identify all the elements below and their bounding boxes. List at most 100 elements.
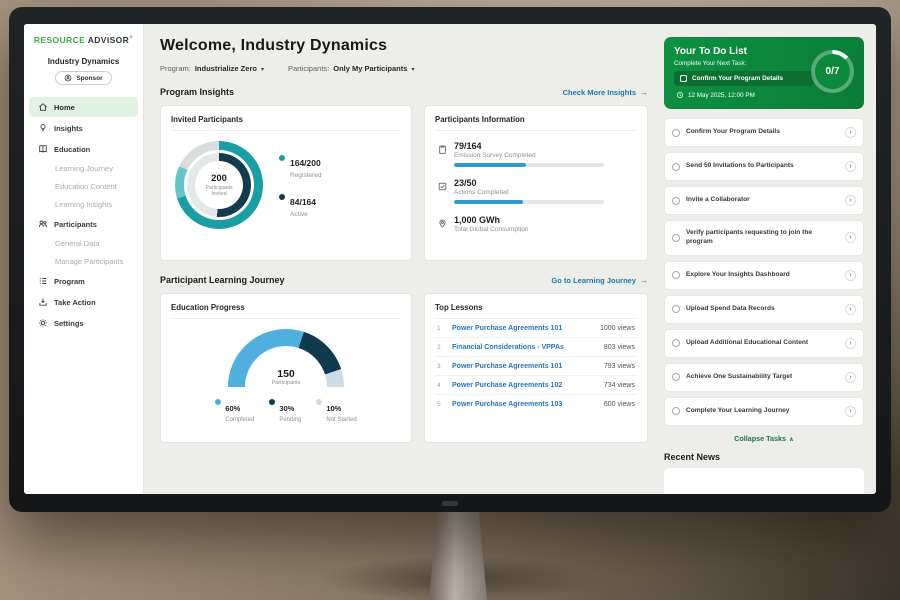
chevron-right-icon[interactable] <box>845 338 856 349</box>
donut-center: 200 Participants Invited <box>195 161 243 209</box>
checkbox-icon[interactable] <box>672 163 680 171</box>
check-more-insights-link[interactable]: Check More Insights <box>563 88 648 97</box>
lesson-rank: 2 <box>437 344 444 351</box>
task-row-achieve-target[interactable]: Achieve One Sustainability Target <box>664 363 864 392</box>
next-task-label: Confirm Your Program Details <box>692 75 783 82</box>
sponsor-badge-label: Sponsor <box>76 75 102 82</box>
participants-select-value: Only My Participants <box>333 64 407 73</box>
lesson-views: 600 views <box>604 401 635 408</box>
donut-center-label: Participants Invited <box>201 185 237 198</box>
sidebar-item-learning-insights[interactable]: Learning Insights <box>29 196 138 213</box>
logo-plus: + <box>129 35 133 41</box>
task-label: Complete Your Learning Journey <box>686 407 839 416</box>
progress-bar-track <box>454 163 604 167</box>
sidebar-item-insights[interactable]: Insights <box>29 118 138 138</box>
participants-information-rows: 79/164 Emission Survey Completed <box>435 141 637 233</box>
chevron-right-icon[interactable] <box>845 195 856 206</box>
sidebar-item-label: Program <box>54 277 85 286</box>
invited-participants-card-title: Invited Participants <box>171 115 401 131</box>
lesson-link[interactable]: Power Purchase Agreements 101 <box>452 363 596 370</box>
checkbox-icon[interactable] <box>672 407 680 415</box>
next-task-pill[interactable]: Confirm Your Program Details <box>674 71 814 86</box>
lesson-row: 3 Power Purchase Agreements 101 793 view… <box>435 357 637 376</box>
sidebar-item-label: Home <box>54 103 75 112</box>
arrow-right-icon <box>640 88 648 97</box>
task-row-complete-learning-journey[interactable]: Complete Your Learning Journey <box>664 397 864 426</box>
main-content: Welcome, Industry Dynamics Program: Indu… <box>144 24 662 494</box>
book-icon <box>38 144 48 154</box>
chevron-right-icon[interactable] <box>845 304 856 315</box>
program-insights-title: Program Insights <box>160 87 234 97</box>
task-row-explore-insights[interactable]: Explore Your Insights Dashboard <box>664 261 864 290</box>
legend-label: Registered <box>290 172 321 179</box>
chevron-right-icon[interactable] <box>845 372 856 383</box>
program-select[interactable]: Program: Industrialize Zero <box>160 64 264 73</box>
sidebar-nav: Home Insights Education Learn <box>24 97 143 333</box>
task-row-upload-spend-data[interactable]: Upload Spend Data Records <box>664 295 864 324</box>
sidebar-item-home[interactable]: Home <box>29 97 138 117</box>
legend-value: 84/164 <box>290 197 316 207</box>
chevron-up-icon <box>786 434 794 443</box>
monitor-stand <box>429 511 487 600</box>
gear-icon <box>38 318 48 328</box>
task-row-verify-participants[interactable]: Verify participants requesting to join t… <box>664 220 864 256</box>
checkbox-icon[interactable] <box>672 271 680 279</box>
sidebar-item-take-action[interactable]: Take Action <box>29 292 138 312</box>
sidebar-item-label: Settings <box>54 319 84 328</box>
sidebar-item-learning-journey[interactable]: Learning Journey <box>29 160 138 177</box>
education-gauge-chart: 150 Participants <box>228 329 344 387</box>
sponsor-badge[interactable]: Sponsor <box>55 71 111 85</box>
sidebar-item-program[interactable]: Program <box>29 271 138 291</box>
chevron-right-icon[interactable] <box>845 232 856 243</box>
education-legend: 60% Completed 30% Pending <box>171 398 401 423</box>
task-row-invite-collaborator[interactable]: Invite a Collaborator <box>664 186 864 215</box>
gauge-center: 150 Participants <box>228 368 344 386</box>
chevron-right-icon[interactable] <box>845 161 856 172</box>
app-logo: RESOURCE ADVISOR+ <box>24 35 143 45</box>
lesson-link[interactable]: Power Purchase Agreements 103 <box>452 401 596 408</box>
task-label: Explore Your Insights Dashboard <box>686 271 839 280</box>
checkbox-icon[interactable] <box>672 305 680 313</box>
lesson-row: 2 Financial Considerations - VPPAs 803 v… <box>435 338 637 357</box>
task-row-upload-educational-content[interactable]: Upload Additional Educational Content <box>664 329 864 358</box>
task-row-send-invitations[interactable]: Send 50 Invitations to Participants <box>664 152 864 181</box>
checkbox-icon[interactable] <box>672 373 680 381</box>
lesson-link[interactable]: Financial Considerations - VPPAs <box>452 344 596 351</box>
sidebar-item-settings[interactable]: Settings <box>29 313 138 333</box>
lesson-link[interactable]: Power Purchase Agreements 101 <box>452 325 592 332</box>
location-pin-icon <box>437 216 448 227</box>
checkbox-icon[interactable] <box>672 339 680 347</box>
sidebar-item-manage-participants[interactable]: Manage Participants <box>29 253 138 270</box>
sidebar-item-education-content[interactable]: Education Content <box>29 178 138 195</box>
legend-item-pending: 30% Pending <box>269 398 301 423</box>
chevron-right-icon[interactable] <box>845 406 856 417</box>
education-progress-card: Education Progress 150 Participants <box>160 293 412 443</box>
task-label: Confirm Your Program Details <box>686 128 839 137</box>
legend-dot <box>316 399 322 405</box>
lesson-link[interactable]: Power Purchase Agreements 102 <box>452 382 596 389</box>
chevron-right-icon[interactable] <box>845 127 856 138</box>
todo-progress-value: 0/7 <box>815 54 850 89</box>
sidebar-item-general-data[interactable]: General Data <box>29 235 138 252</box>
participants-select[interactable]: Participants: Only My Participants <box>288 64 414 73</box>
checkbox-icon[interactable] <box>672 197 680 205</box>
gauge-center-label: Participants <box>228 380 344 386</box>
sidebar-item-education[interactable]: Education <box>29 139 138 159</box>
lesson-rank: 4 <box>437 382 444 389</box>
progress-bar-fill <box>454 200 523 204</box>
checkbox-icon[interactable] <box>680 75 687 82</box>
lesson-views: 1000 views <box>600 325 635 332</box>
go-to-learning-journey-link[interactable]: Go to Learning Journey <box>551 276 648 285</box>
sidebar-item-participants[interactable]: Participants <box>29 214 138 234</box>
due-date-text: 12 May 2025, 12:00 PM <box>688 92 755 99</box>
collapse-tasks-link[interactable]: Collapse Tasks <box>664 434 864 443</box>
checkbox-icon[interactable] <box>672 234 680 242</box>
logo-text-primary: RESOURCE <box>34 35 85 45</box>
program-select-label: Program: <box>160 64 191 73</box>
learning-journey-title: Participant Learning Journey <box>160 275 285 285</box>
chevron-right-icon[interactable] <box>845 270 856 281</box>
task-row-confirm-program[interactable]: Confirm Your Program Details <box>664 118 864 147</box>
legend-item-registered: 164/200 Registered <box>279 153 321 179</box>
checkbox-icon[interactable] <box>672 129 680 137</box>
info-value: 79/164 <box>454 141 637 151</box>
